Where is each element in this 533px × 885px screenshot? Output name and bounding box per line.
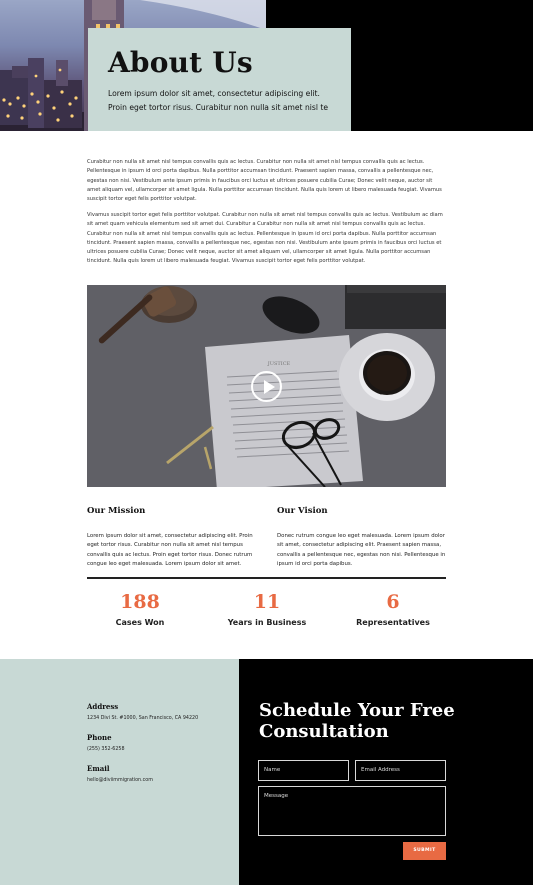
play-icon[interactable]: [251, 371, 282, 402]
contact-info-panel: [0, 659, 239, 885]
consultation-title: Schedule Your Free Consultation: [259, 700, 455, 742]
section-divider: [87, 577, 446, 579]
stat-cases-won-label: Cases Won: [115, 618, 165, 627]
phone-label: Phone: [87, 733, 112, 742]
intro-paragraph-2: Vivamus suscipit tortor eget felis portt…: [87, 212, 443, 265]
vision-title: Our Vision: [277, 506, 328, 516]
address-label: Address: [87, 702, 119, 711]
mission-text: Lorem ipsum dolor sit amet, consectetur …: [87, 533, 253, 567]
phone-value: (255) 352-6258: [87, 747, 125, 752]
stat-representatives-label: Representatives: [356, 618, 430, 627]
submit-button[interactable]: SUBMIT: [403, 842, 446, 860]
document-heading: JUSTICE: [267, 361, 291, 367]
stat-years-value: 11: [253, 591, 281, 613]
hero-section: About Us Lorem ipsum dolor sit amet, con…: [0, 0, 533, 131]
hero-subtitle: Lorem ipsum dolor sit amet, consectetur …: [108, 89, 328, 112]
page-title: About Us: [108, 46, 253, 79]
stat-years-label: Years in Business: [227, 618, 307, 627]
message-textarea[interactable]: Message: [258, 786, 446, 836]
email-input[interactable]: Email Address: [355, 760, 446, 781]
mission-title: Our Mission: [87, 506, 146, 516]
hero-card: About Us Lorem ipsum dolor sit amet, con…: [88, 28, 351, 131]
stat-representatives-value: 6: [386, 591, 400, 613]
email-value: hello@diviimmigration.com: [87, 778, 153, 783]
stat-cases-won-value: 188: [120, 591, 160, 613]
intro-paragraph-1: Curabitur non nulla sit amet nisl tempus…: [87, 159, 442, 203]
vision-text: Donec rutrum congue leo eget malesuada. …: [277, 533, 446, 567]
address-value: 1234 Divi St. #1000, San Francisco, CA 9…: [87, 716, 199, 721]
email-label: Email: [87, 764, 110, 773]
name-input[interactable]: Name: [258, 760, 349, 781]
play-triangle: [264, 380, 275, 394]
